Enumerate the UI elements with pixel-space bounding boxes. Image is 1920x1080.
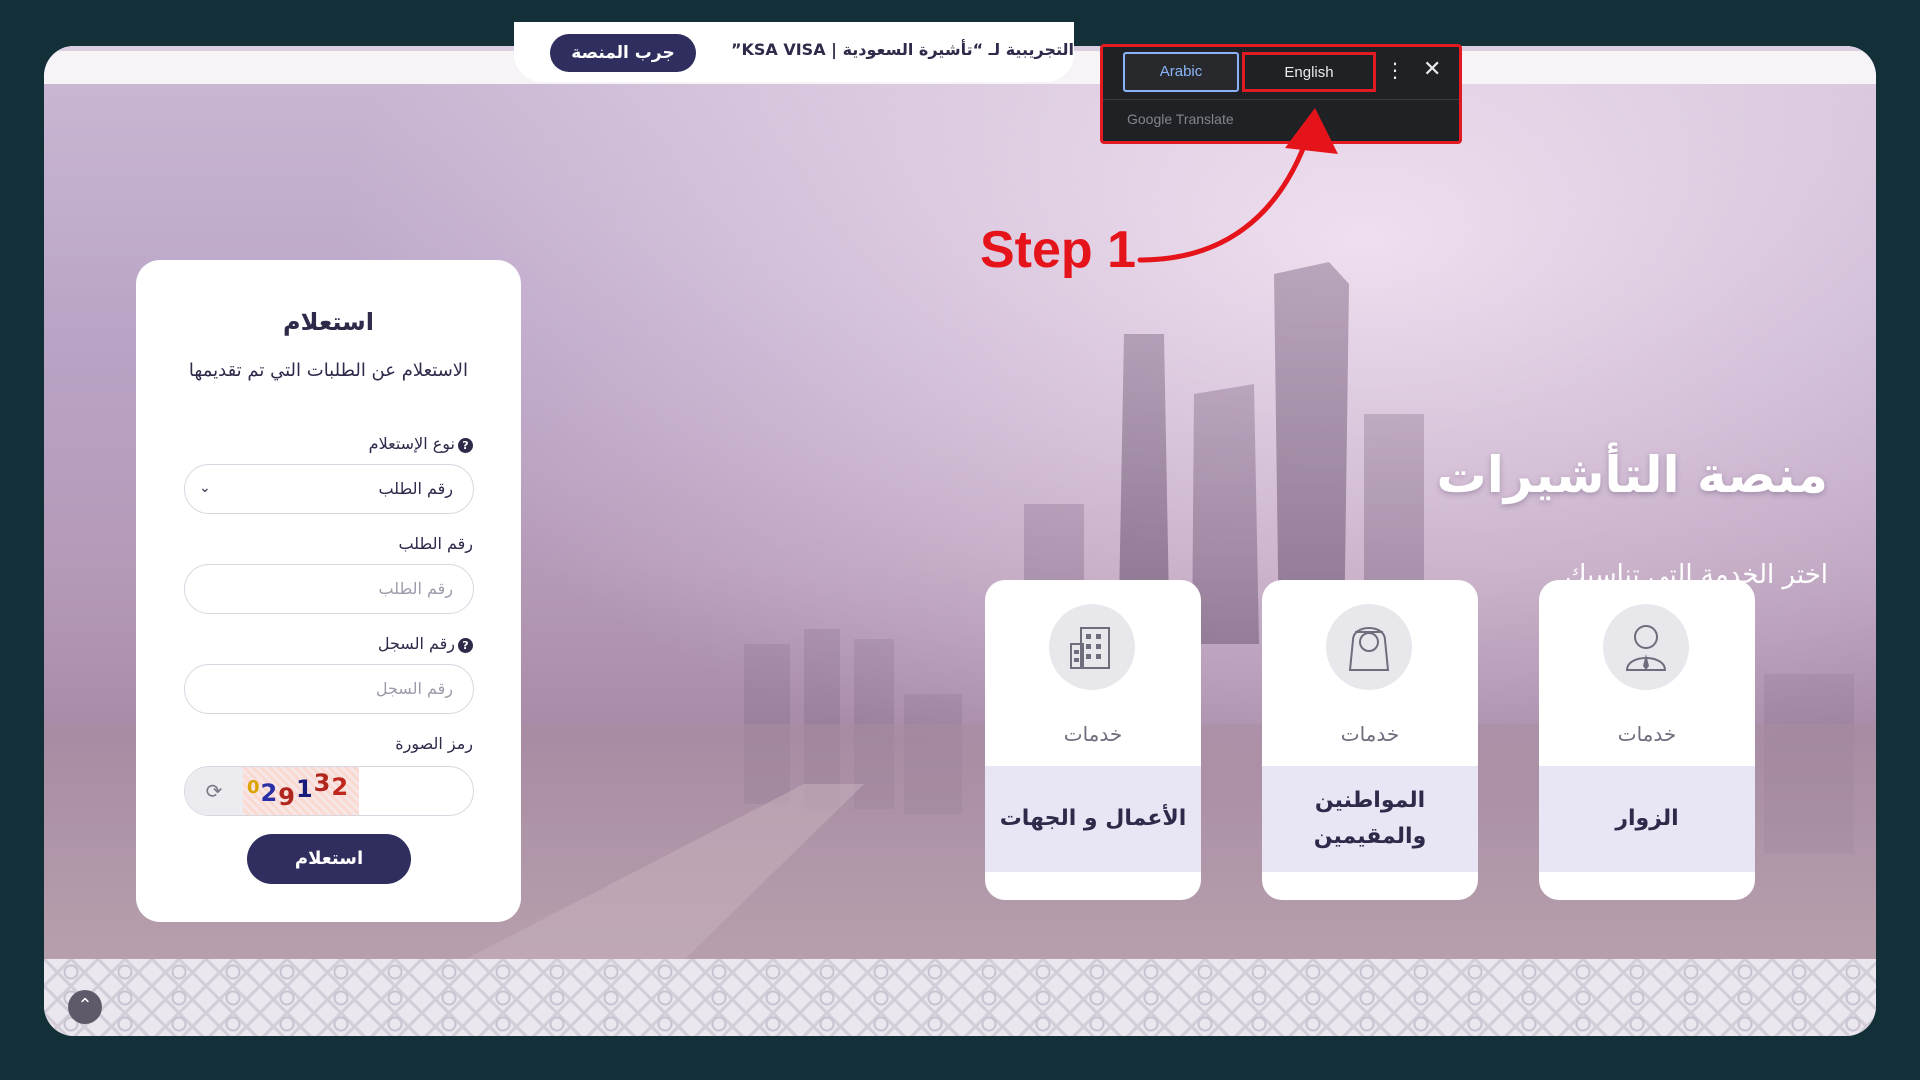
- scroll-to-top-button[interactable]: ⌃: [68, 990, 102, 1024]
- help-icon[interactable]: ?: [458, 438, 473, 453]
- request-number-input[interactable]: رقم الطلب: [184, 564, 474, 614]
- service-name-band: الأعمال و الجهات: [985, 766, 1201, 872]
- announcement-bar: التجريبية لـ “تأشيرة السعودية | KSA VISA…: [514, 22, 1074, 82]
- inquiry-title: استعلام: [283, 308, 374, 336]
- service-name-band: الزوار: [1539, 766, 1755, 872]
- record-number-label: ?رقم السجل: [378, 634, 473, 653]
- captcha-label: رمز الصورة: [395, 734, 473, 753]
- service-name: الأعمال و الجهات: [999, 806, 1187, 831]
- footer-pattern: [44, 959, 1876, 1036]
- captcha-char: 0: [247, 777, 261, 798]
- platform-title: منصة التأشيرات: [1436, 446, 1828, 504]
- visitor-icon: [1603, 604, 1689, 690]
- inquiry-description: الاستعلام عن الطلبات التي تم تقديمها: [188, 360, 469, 381]
- record-number-input[interactable]: رقم السجل: [184, 664, 474, 714]
- chevron-down-icon: ⌄: [199, 480, 211, 496]
- service-card-citizens[interactable]: خدمات المواطنين والمقيمين: [1262, 580, 1478, 900]
- try-platform-button[interactable]: جرب المنصة: [550, 34, 696, 72]
- service-name: الزوار: [1615, 806, 1679, 831]
- help-icon[interactable]: ?: [458, 638, 473, 653]
- service-prefix: خدمات: [1617, 722, 1677, 746]
- captcha-char: 2: [260, 779, 279, 807]
- inquiry-card: استعلام الاستعلام عن الطلبات التي تم تقد…: [136, 260, 521, 922]
- captcha-char: 2: [331, 773, 350, 801]
- service-name: المواطنين والمقيمين: [1313, 788, 1427, 849]
- service-card-visitors[interactable]: خدمات الزوار: [1539, 580, 1755, 900]
- service-prefix: خدمات: [1340, 722, 1400, 746]
- close-icon[interactable]: ✕: [1423, 55, 1441, 85]
- service-prefix: خدمات: [1063, 722, 1123, 746]
- step-annotation: Step 1: [980, 221, 1137, 279]
- inquiry-type-value: رقم الطلب: [378, 479, 453, 498]
- inquiry-type-label: ?نوع الإستعلام: [369, 434, 473, 453]
- request-number-label: رقم الطلب: [398, 534, 473, 553]
- annotation-arrow-icon: [1137, 108, 1338, 263]
- more-options-icon[interactable]: ⋮: [1385, 55, 1405, 85]
- service-name-band: المواطنين والمقيمين: [1262, 766, 1478, 872]
- chevron-up-icon: ⌃: [77, 995, 93, 1016]
- captcha-char: 1: [295, 775, 314, 803]
- translate-tab-arabic[interactable]: Arabic: [1123, 52, 1239, 92]
- service-card-business[interactable]: خدمات الأعمال و الجهات: [985, 580, 1201, 900]
- inquiry-type-select[interactable]: رقم الطلب ⌄: [184, 464, 474, 514]
- inquire-submit-button[interactable]: استعلام: [247, 834, 411, 884]
- captcha-input[interactable]: ⟳ 029132: [184, 766, 474, 816]
- building-icon: [1049, 604, 1135, 690]
- translate-tab-english[interactable]: English: [1242, 52, 1376, 92]
- announcement-text: التجريبية لـ “تأشيرة السعودية | KSA VISA…: [730, 40, 1074, 59]
- citizen-icon: [1326, 604, 1412, 690]
- refresh-icon[interactable]: ⟳: [185, 767, 243, 815]
- captcha-image: 029132: [243, 767, 359, 815]
- captcha-char: 9: [278, 783, 296, 811]
- captcha-char: 3: [313, 769, 332, 797]
